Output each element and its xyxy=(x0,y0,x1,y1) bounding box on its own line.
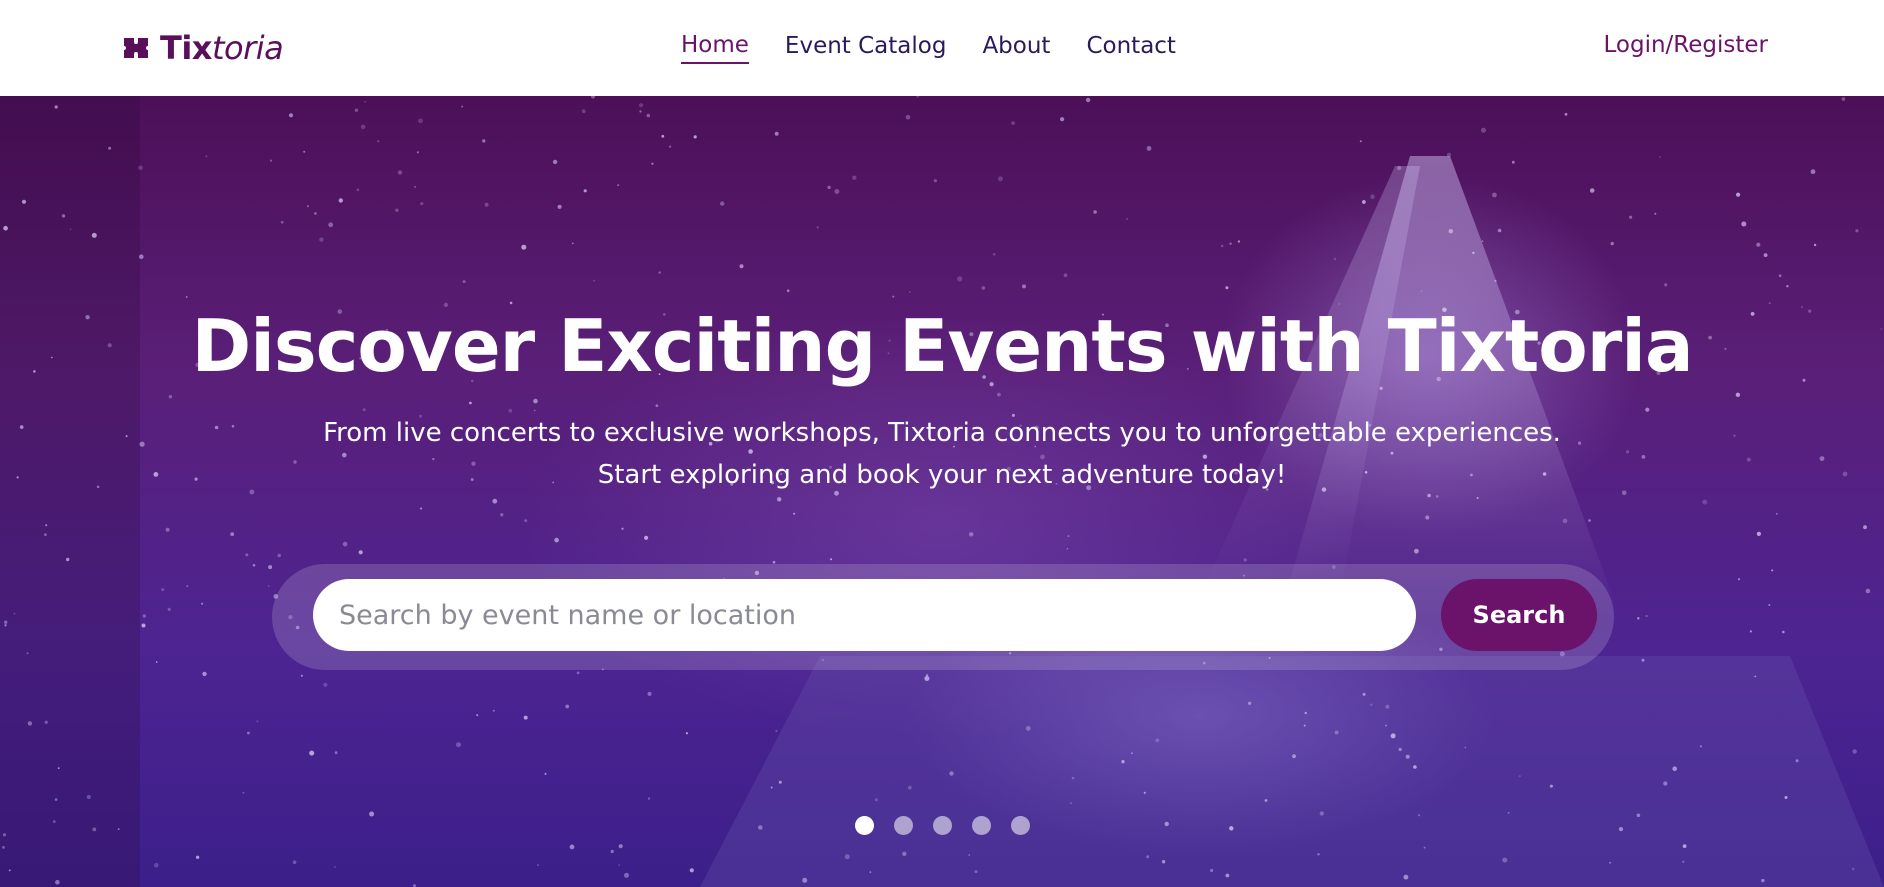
hero-banner: Discover Exciting Events with Tixtoria F… xyxy=(0,96,1884,887)
search-input[interactable] xyxy=(313,579,1416,651)
nav-about[interactable]: About xyxy=(982,33,1050,63)
hero-subtitle: From live concerts to exclusive workshop… xyxy=(0,412,1884,496)
navbar: Tixtoria Home Event Catalog About Contac… xyxy=(0,0,1884,96)
main-nav: Home Event Catalog About Contact xyxy=(681,30,1176,66)
brand-name: Tixtoria xyxy=(160,29,284,67)
brand-name-bold: Tix xyxy=(160,29,212,67)
hero-subtitle-line-2: Start exploring and book your next adven… xyxy=(597,460,1287,490)
carousel-dot-2[interactable] xyxy=(894,816,913,835)
search-button[interactable]: Search xyxy=(1441,579,1597,651)
nav-contact[interactable]: Contact xyxy=(1086,33,1175,63)
search-bar: Search xyxy=(272,564,1614,670)
brand-logo[interactable]: Tixtoria xyxy=(120,28,284,68)
nav-home[interactable]: Home xyxy=(681,32,749,64)
brand-name-italic: toria xyxy=(211,29,284,67)
carousel-dot-5[interactable] xyxy=(1011,816,1030,835)
login-register-link[interactable]: Login/Register xyxy=(1604,32,1769,58)
nav-event-catalog[interactable]: Event Catalog xyxy=(785,33,947,63)
carousel-dot-3[interactable] xyxy=(933,816,952,835)
carousel-dot-4[interactable] xyxy=(972,816,991,835)
hero-subtitle-line-1: From live concerts to exclusive workshop… xyxy=(323,418,1561,448)
carousel-dot-1[interactable] xyxy=(855,816,874,835)
hero-title: Discover Exciting Events with Tixtoria xyxy=(191,304,1693,388)
carousel-indicators xyxy=(855,816,1030,836)
ticket-icon xyxy=(124,38,148,58)
